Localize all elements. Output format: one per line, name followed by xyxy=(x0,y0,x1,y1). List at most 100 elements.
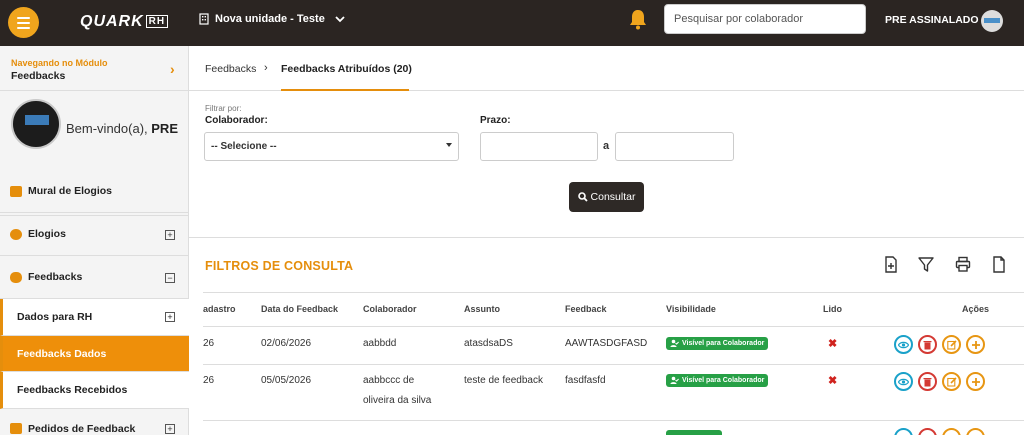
sidebar-item-pedidos-de-feedback[interactable]: Pedidos de Feedback + xyxy=(0,409,189,435)
table-border xyxy=(203,292,1024,293)
caret-down-icon xyxy=(446,143,452,147)
view-button[interactable] xyxy=(894,335,913,354)
sidebar-item-label: Elogios xyxy=(28,228,66,240)
breadcrumb-parent[interactable]: Feedbacks xyxy=(205,63,256,75)
user-check-icon xyxy=(670,339,679,347)
feedbacks-table: adastro Data do Feedback Colaborador Ass… xyxy=(203,292,1024,435)
expand-icon[interactable]: + xyxy=(165,312,175,322)
active-tab-indicator xyxy=(281,89,409,91)
edit-button[interactable] xyxy=(942,335,961,354)
sidebar-item-label: Feedbacks Recebidos xyxy=(17,384,128,396)
range-separator: a xyxy=(603,140,610,152)
not-read-icon: ✖ xyxy=(828,375,838,387)
sidebar-item-mural-de-elogios[interactable]: Mural de Elogios xyxy=(0,171,189,213)
module-caption: Navegando no Módulo xyxy=(11,58,108,68)
chevron-right-icon: › xyxy=(170,61,175,77)
top-bar: QUARKRH Nova unidade - Teste PRE ASSINAL… xyxy=(0,0,1024,46)
visibility-badge: Visível para Colaborador xyxy=(666,374,769,387)
prazo-label: Prazo: xyxy=(480,115,511,126)
column-header-acoes: Ações xyxy=(962,304,990,314)
unit-selector[interactable]: Nova unidade - Teste xyxy=(199,13,346,25)
sidebar: Navegando no Módulo Feedbacks › Bem-vind… xyxy=(0,46,189,435)
column-header-lido[interactable]: Lido xyxy=(823,304,842,314)
hamburger-line xyxy=(17,21,30,24)
prazo-end-input[interactable] xyxy=(615,132,734,161)
module-name: Feedbacks xyxy=(11,70,66,82)
cell-cadastro: 26 xyxy=(203,375,215,386)
edit-button[interactable] xyxy=(942,372,961,391)
cell-data: 02/06/2026 xyxy=(261,338,312,349)
welcome-text: Bem-vindo(a), PRE xyxy=(66,121,178,136)
sidebar-item-label: Mural de Elogios xyxy=(28,185,113,197)
sidebar-item-label: Pedidos de Feedback xyxy=(28,423,136,435)
user-avatar[interactable] xyxy=(981,10,1003,32)
cell-colaborador: aabbccc de xyxy=(363,375,415,386)
sidebar-item-elogios[interactable]: Elogios + xyxy=(0,213,189,256)
column-header-data[interactable]: Data do Feedback xyxy=(261,304,338,314)
menu-toggle-button[interactable] xyxy=(8,7,39,38)
sidebar-item-feedbacks-dados[interactable]: Feedbacks Dados xyxy=(0,336,189,372)
swap-icon xyxy=(10,423,22,434)
document-icon[interactable] xyxy=(991,256,1007,273)
column-header-cadastro[interactable]: adastro xyxy=(203,304,236,314)
edit-button[interactable] xyxy=(942,428,961,435)
search-input[interactable] xyxy=(664,4,866,34)
welcome-name: PRE xyxy=(151,121,178,136)
delete-button[interactable] xyxy=(918,335,937,354)
column-header-visibilidade[interactable]: Visibilidade xyxy=(666,304,716,314)
user-check-icon xyxy=(670,376,679,384)
print-icon[interactable] xyxy=(955,256,971,273)
collapse-icon[interactable]: − xyxy=(165,273,175,283)
trash-icon xyxy=(923,377,932,386)
cell-colaborador: aabbdd xyxy=(363,338,397,349)
visibility-label: Visível para Colaborador xyxy=(682,377,765,384)
board-icon xyxy=(10,186,22,197)
add-button[interactable] xyxy=(966,335,985,354)
expand-icon[interactable]: + xyxy=(165,230,175,240)
app-logo[interactable]: QUARK RH xyxy=(80,13,169,31)
sidebar-item-dados-para-rh[interactable]: Dados para RH + xyxy=(0,299,189,336)
chevron-down-icon xyxy=(335,16,345,23)
eye-icon xyxy=(898,341,909,348)
sidebar-item-feedbacks-recebidos[interactable]: Feedbacks Recebidos xyxy=(0,372,189,409)
search-icon xyxy=(577,192,588,202)
welcome-prefix: Bem-vindo(a), xyxy=(66,121,148,136)
plus-icon xyxy=(971,377,980,386)
add-file-icon[interactable] xyxy=(883,256,899,273)
add-button[interactable] xyxy=(966,428,985,435)
user-name[interactable]: PRE ASSINALADO xyxy=(885,14,979,26)
chat-icon xyxy=(10,272,22,283)
consultar-button[interactable]: Consultar xyxy=(569,182,644,212)
trash-icon xyxy=(923,340,932,349)
column-header-feedback[interactable]: Feedback xyxy=(565,304,607,314)
column-header-assunto[interactable]: Assunto xyxy=(464,304,500,314)
add-button[interactable] xyxy=(966,372,985,391)
module-navigator[interactable]: Navegando no Módulo Feedbacks › xyxy=(0,46,189,91)
cell-data: 05/05/2026 xyxy=(261,375,312,386)
breadcrumb: Feedbacks › Feedbacks Atribuídos (20) xyxy=(189,46,1024,91)
row-divider xyxy=(203,420,1024,421)
view-button[interactable] xyxy=(894,372,913,391)
not-read-icon: ✖ xyxy=(828,338,838,350)
delete-button[interactable] xyxy=(918,428,937,435)
view-button[interactable] xyxy=(894,428,913,435)
logo-text: QUARK xyxy=(80,13,144,30)
building-icon xyxy=(199,13,209,25)
column-header-colaborador[interactable]: Colaborador xyxy=(363,304,417,314)
sidebar-item-feedbacks[interactable]: Feedbacks − xyxy=(0,256,189,299)
section-divider xyxy=(189,237,1024,238)
avatar xyxy=(11,99,61,149)
prazo-start-input[interactable] xyxy=(480,132,598,161)
filter-icon[interactable] xyxy=(918,256,934,273)
cell-feedback: AAWTASDGFASD xyxy=(565,338,648,349)
delete-button[interactable] xyxy=(918,372,937,391)
bell-icon[interactable] xyxy=(628,8,648,30)
sidebar-item-label: Dados para RH xyxy=(17,311,93,323)
cell-cadastro: 26 xyxy=(203,338,215,349)
colaborador-select[interactable]: -- Selecione -- xyxy=(204,132,459,161)
breadcrumb-current[interactable]: Feedbacks Atribuídos (20) xyxy=(281,63,412,75)
consultar-label: Consultar xyxy=(590,191,636,203)
expand-icon[interactable]: + xyxy=(165,424,175,434)
unit-label: Nova unidade - Teste xyxy=(215,13,325,25)
cell-colaborador-line2: oliveira da silva xyxy=(363,395,432,406)
